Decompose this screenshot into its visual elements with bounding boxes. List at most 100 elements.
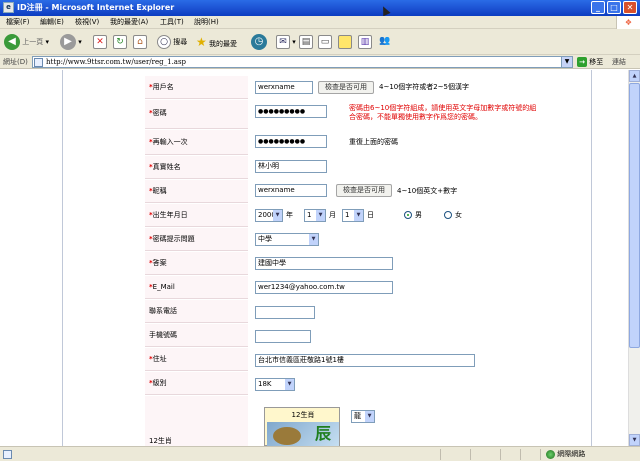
edit-icon: ▭ bbox=[318, 35, 332, 49]
nickname-label-cell: *昵稱 bbox=[145, 180, 248, 203]
birth-month-select[interactable]: 1 ▼ bbox=[304, 209, 326, 222]
month-unit: 月 bbox=[329, 211, 336, 219]
chevron-down-icon: ▼ bbox=[285, 379, 294, 390]
birth-year-select[interactable]: 2000 ▼ bbox=[255, 209, 283, 222]
favorites-button[interactable]: ★ 我的最愛 bbox=[196, 33, 237, 51]
username-input[interactable]: werxname bbox=[255, 81, 313, 94]
back-button[interactable]: ◀ 上一頁 ▾ bbox=[4, 33, 49, 51]
email-input[interactable]: wer1234@yahoo.com.tw bbox=[255, 281, 393, 294]
print-button[interactable]: ▤ bbox=[299, 33, 313, 51]
toolbar: ◀ 上一頁 ▾ ▶ ▾ ✕ ↻ ⌂ ○ 搜尋 ★ 我的最愛 ◷ ✉ ▾ ▤ ▭ … bbox=[0, 29, 640, 55]
address-label: 網址(D) bbox=[3, 58, 28, 66]
username-check-button[interactable]: 檢查是否可用 bbox=[318, 81, 374, 94]
phone-input[interactable] bbox=[255, 306, 315, 319]
mobile-input[interactable] bbox=[255, 330, 311, 343]
forward-button[interactable]: ▶ ▾ bbox=[60, 33, 82, 51]
question-label-cell: *密碼提示問題 bbox=[145, 228, 248, 251]
scroll-thumb[interactable] bbox=[629, 83, 640, 348]
status-divider bbox=[440, 449, 441, 460]
menu-tools[interactable]: 工具(T) bbox=[160, 17, 184, 28]
zodiac-select[interactable]: 龍 ▼ bbox=[351, 410, 375, 423]
vertical-scrollbar[interactable]: ▲ ▼ bbox=[628, 70, 640, 446]
dragon-picture: 辰 bbox=[267, 422, 339, 446]
forward-arrow-icon: ▶ bbox=[60, 34, 76, 50]
answer-label-cell: *答案 bbox=[145, 252, 248, 275]
gender-female-radio[interactable] bbox=[444, 211, 452, 219]
home-address-input[interactable]: 台北市信義區莊敬路1號1樓 bbox=[255, 354, 475, 367]
day-unit: 日 bbox=[367, 211, 374, 219]
question-select[interactable]: 中學 ▼ bbox=[255, 233, 319, 246]
status-divider bbox=[470, 449, 471, 460]
home-button[interactable]: ⌂ bbox=[133, 33, 147, 51]
close-button[interactable]: ✕ bbox=[623, 1, 637, 14]
birthday-label-cell: *出生年月日 bbox=[145, 204, 248, 227]
page-content: *用戶名 *密碼 *再輸入一次 *真實姓名 *昵稱 *出生年月日 *密碼提示問題… bbox=[0, 70, 628, 446]
menu-favorites[interactable]: 我的最愛(A) bbox=[110, 17, 148, 28]
menu-help[interactable]: 說明(H) bbox=[194, 17, 219, 28]
address-dropdown-icon[interactable]: ▼ bbox=[561, 57, 572, 67]
nickname-input[interactable]: werxname bbox=[255, 184, 327, 197]
gender-male-radio[interactable] bbox=[404, 211, 412, 219]
menu-edit[interactable]: 編輯(E) bbox=[40, 17, 64, 28]
confirm-password-input[interactable]: ●●●●●●●●● bbox=[255, 135, 327, 148]
go-arrow-icon: → bbox=[577, 57, 587, 67]
mobile-label-cell: 手機號碼 bbox=[145, 324, 248, 347]
ie-logo-icon: e bbox=[3, 2, 14, 13]
status-divider bbox=[540, 449, 541, 460]
birth-day-select[interactable]: 1 ▼ bbox=[342, 209, 364, 222]
go-button[interactable]: → 移至 bbox=[577, 56, 603, 68]
scroll-down-icon[interactable]: ▼ bbox=[629, 434, 640, 446]
maximize-button[interactable]: □ bbox=[607, 1, 621, 14]
gender-female-label: 女 bbox=[455, 211, 462, 219]
edit-button[interactable]: ▭ bbox=[318, 33, 332, 51]
links-button[interactable]: 連結 bbox=[612, 56, 626, 68]
page-icon bbox=[34, 58, 43, 67]
stop-icon: ✕ bbox=[93, 35, 107, 49]
menu-bar: 檔案(F) 編輯(E) 檢視(V) 我的最愛(A) 工具(T) 說明(H) ❖ bbox=[0, 16, 640, 29]
chevron-down-icon: ▼ bbox=[354, 210, 363, 221]
minimize-button[interactable]: _ bbox=[591, 1, 605, 14]
discuss-button[interactable] bbox=[338, 33, 352, 51]
status-divider bbox=[500, 449, 501, 460]
address-url[interactable]: http://www.9ttsr.com.tw/user/reg_1.asp bbox=[46, 57, 186, 68]
phone-label-cell: 聯系電話 bbox=[145, 300, 248, 323]
chevron-down-icon: ▼ bbox=[273, 210, 282, 221]
home-icon: ⌂ bbox=[133, 35, 147, 49]
zodiac-title: 12生肖 bbox=[291, 411, 315, 419]
messenger-button[interactable]: 👥 bbox=[378, 33, 392, 51]
zodiac-image: 12生肖 辰 bbox=[264, 407, 340, 446]
confirm-label-cell: *再輸入一次 bbox=[145, 130, 248, 155]
back-arrow-icon: ◀ bbox=[4, 34, 20, 50]
research-button[interactable]: ▥ bbox=[358, 33, 372, 51]
realname-input[interactable]: 林小明 bbox=[255, 160, 327, 173]
answer-input[interactable]: 建國中學 bbox=[255, 257, 393, 270]
status-bar: 網際網路 bbox=[0, 446, 640, 461]
refresh-button[interactable]: ↻ bbox=[113, 33, 127, 51]
confirm-hint: 重復上面的密碼 bbox=[349, 138, 398, 146]
realname-label-cell: *真實姓名 bbox=[145, 156, 248, 179]
chevron-down-icon: ▼ bbox=[309, 234, 318, 245]
username-label-cell: *用戶名 bbox=[145, 76, 248, 99]
level-label-cell: *級別 bbox=[145, 372, 248, 395]
stop-button[interactable]: ✕ bbox=[93, 33, 107, 51]
menu-view[interactable]: 檢視(V) bbox=[75, 17, 99, 28]
year-unit: 年 bbox=[286, 211, 293, 219]
menu-file[interactable]: 檔案(F) bbox=[6, 17, 30, 28]
internet-zone: 網際網路 bbox=[546, 449, 585, 460]
printer-icon: ▤ bbox=[299, 35, 313, 49]
chevron-down-icon: ▼ bbox=[316, 210, 325, 221]
level-select[interactable]: 18K ▼ bbox=[255, 378, 295, 391]
mail-button[interactable]: ✉ ▾ bbox=[276, 33, 296, 51]
search-button[interactable]: ○ 搜尋 bbox=[157, 33, 187, 51]
password-input[interactable]: ●●●●●●●●● bbox=[255, 105, 327, 118]
note-icon bbox=[338, 35, 352, 49]
windows-logo-icon: ❖ bbox=[616, 16, 640, 29]
address-input[interactable]: http://www.9ttsr.com.tw/user/reg_1.asp ▼ bbox=[32, 56, 573, 68]
search-icon: ○ bbox=[157, 35, 171, 49]
title-bar: e ID注冊 - Microsoft Internet Explorer _ □… bbox=[0, 0, 640, 16]
nickname-check-button[interactable]: 檢查是否可用 bbox=[336, 184, 392, 197]
scroll-up-icon[interactable]: ▲ bbox=[629, 70, 640, 82]
history-button[interactable]: ◷ bbox=[251, 33, 267, 51]
status-divider bbox=[520, 449, 521, 460]
address-label-cell: *住址 bbox=[145, 348, 248, 371]
